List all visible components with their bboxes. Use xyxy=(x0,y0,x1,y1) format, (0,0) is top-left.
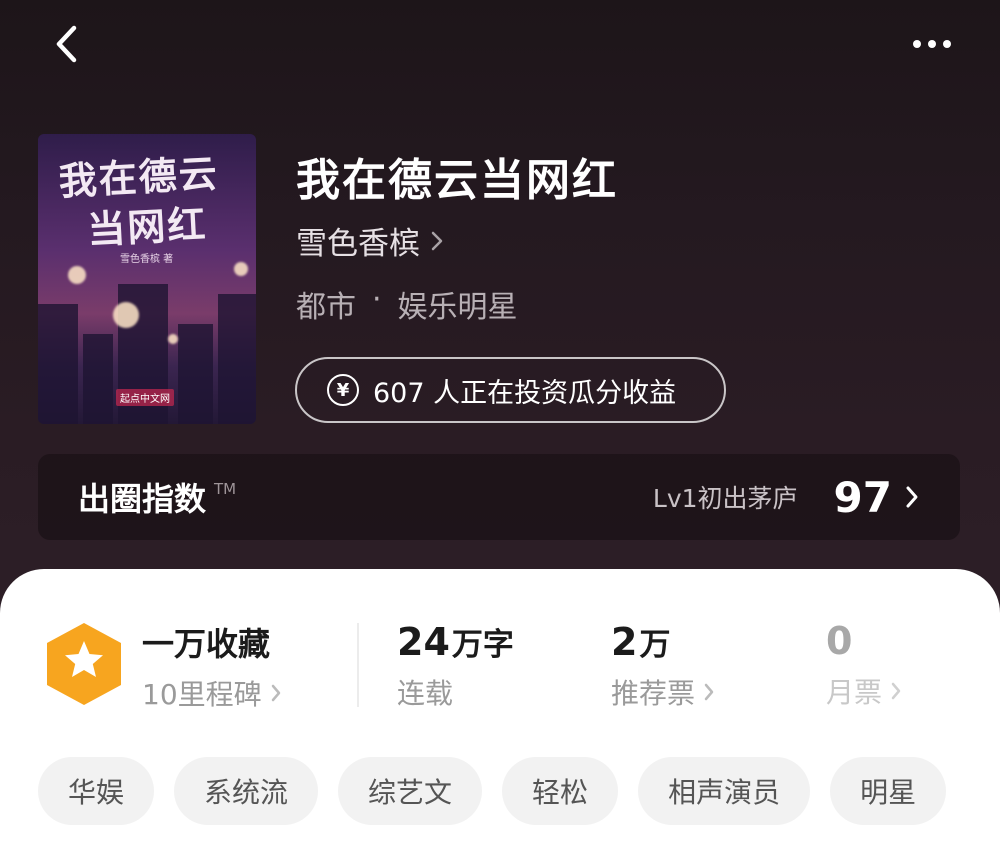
tag-chip[interactable]: 综艺文 xyxy=(338,757,483,825)
cover-light xyxy=(168,334,178,344)
dot-icon xyxy=(913,40,921,48)
cover-light xyxy=(113,302,139,328)
author-name: 雪色香槟 xyxy=(296,226,420,262)
monthly-sub: 月票 xyxy=(826,671,902,711)
collection-title: 一万收藏 xyxy=(142,625,271,663)
book-cover[interactable]: 我在德云 当网红 雪色香槟 著 起点中文网 xyxy=(38,134,256,424)
chevron-right-icon xyxy=(906,486,918,508)
book-info-panel: 一万收藏 10里程碑 24 万字 连载 2 万 推荐票 0 月票 华娱 系统流 … xyxy=(0,569,1000,865)
recommend-stat[interactable]: 2 万 推荐票 xyxy=(611,619,715,712)
more-options-button[interactable] xyxy=(904,26,960,62)
chevron-right-icon xyxy=(431,231,443,250)
collection-sub: 10里程碑 xyxy=(142,673,282,713)
subcategory[interactable]: 娱乐明星 xyxy=(398,282,518,326)
monthly-label: 月票 xyxy=(826,676,883,709)
recommend-label: 推荐票 xyxy=(611,677,696,710)
star-badge-icon xyxy=(47,623,121,705)
category-separator: · xyxy=(372,282,382,317)
popularity-index-bar[interactable]: 出圈指数 TM Lv1初出茅庐 97 xyxy=(38,454,960,540)
tag-chip[interactable]: 相声演员 xyxy=(638,757,811,825)
trademark-mark: TM xyxy=(214,480,237,498)
chevron-right-icon xyxy=(891,682,901,700)
index-score: 97 xyxy=(833,472,892,522)
book-header: 我在德云 当网红 雪色香槟 著 起点中文网 我在德云当网红 雪色香槟 都市 · … xyxy=(0,0,1000,620)
index-value-group: Lv1初出茅庐 97 xyxy=(653,473,920,522)
serial-status: 连载 xyxy=(397,677,454,710)
recommend-number: 2 xyxy=(611,620,638,664)
index-label: 出圈指数 xyxy=(78,480,207,518)
cover-author: 雪色香槟 著 xyxy=(120,254,174,265)
cover-title-line: 当网红 xyxy=(86,201,209,253)
stat-divider xyxy=(357,623,359,707)
dot-icon xyxy=(928,40,936,48)
recommend-sub: 推荐票 xyxy=(611,672,715,712)
monthly-value: 0 xyxy=(826,619,902,663)
yen-icon: ¥ xyxy=(327,374,359,406)
tag-chip[interactable]: 轻松 xyxy=(502,757,619,825)
tag-chip[interactable]: 明星 xyxy=(830,757,947,825)
recommend-unit: 万 xyxy=(639,627,671,663)
tag-list: 华娱 系统流 综艺文 轻松 相声演员 明星 xyxy=(38,757,947,825)
index-level: Lv1初出茅庐 xyxy=(652,484,798,513)
cover-building xyxy=(218,294,256,424)
tag-chip[interactable]: 系统流 xyxy=(174,757,319,825)
status-label: 连载 xyxy=(397,672,514,712)
chevron-left-icon xyxy=(56,25,77,63)
invest-button[interactable]: ¥ 607 人正在投资瓜分收益 xyxy=(295,357,726,423)
chevron-right-icon xyxy=(704,683,714,701)
word-count-number: 24 xyxy=(397,620,450,664)
author-link[interactable]: 雪色香槟 xyxy=(296,218,444,263)
cover-publisher: 起点中文网 xyxy=(116,389,174,406)
recommend-value: 2 万 xyxy=(611,619,715,664)
book-title: 我在德云当网红 xyxy=(296,155,618,206)
cover-building xyxy=(38,304,78,424)
chevron-right-icon xyxy=(271,684,280,702)
cover-light xyxy=(68,266,86,284)
back-button[interactable] xyxy=(44,22,88,66)
word-count-unit: 万字 xyxy=(451,627,514,663)
cover-building xyxy=(83,334,113,424)
milestone-label: 10里程碑 xyxy=(142,678,262,711)
category-line: 都市 · 娱乐明星 xyxy=(296,282,518,326)
monthly-number: 0 xyxy=(826,619,853,663)
category[interactable]: 都市 xyxy=(296,282,356,326)
cover-title-line: 我在德云 xyxy=(57,150,220,204)
dot-icon xyxy=(943,40,951,48)
collection-stat[interactable]: 一万收藏 10里程碑 xyxy=(142,619,282,713)
tag-chip[interactable]: 华娱 xyxy=(38,757,155,825)
cover-title: 我在德云 当网红 xyxy=(58,147,243,256)
monthly-ticket-stat[interactable]: 0 月票 xyxy=(826,619,902,711)
word-count-stat: 24 万字 连载 xyxy=(397,619,514,712)
cover-building xyxy=(178,324,213,424)
cover-light xyxy=(234,262,248,276)
word-count-value: 24 万字 xyxy=(397,619,514,664)
invest-text: 607 人正在投资瓜分收益 xyxy=(373,377,677,409)
